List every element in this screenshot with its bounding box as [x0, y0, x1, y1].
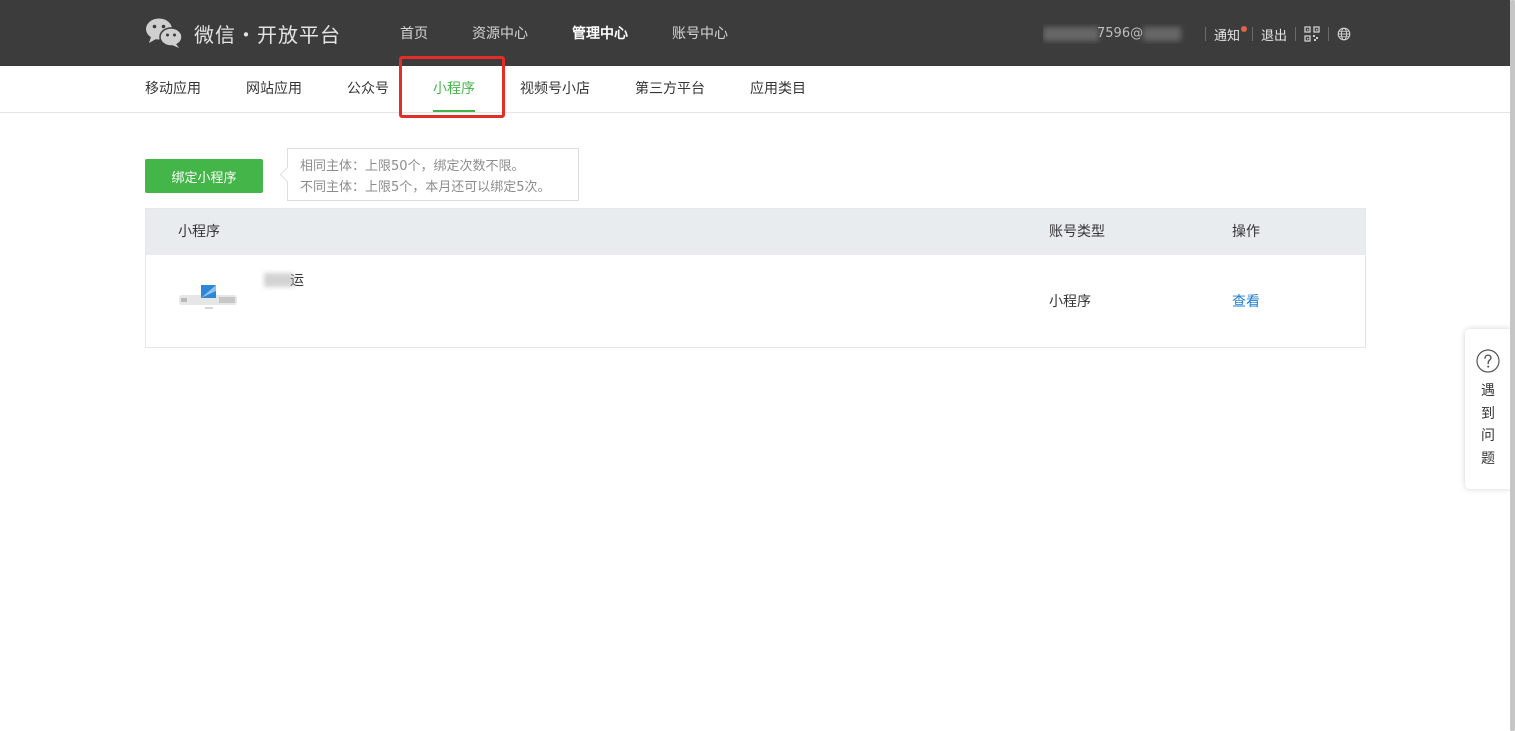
header-account-type: 账号类型: [1049, 224, 1105, 240]
header-mini-program: 小程序: [178, 224, 220, 240]
divider: [1252, 27, 1254, 41]
tab-mobile-apps[interactable]: 移动应用: [145, 66, 201, 112]
account-email-text: 7596@: [1097, 26, 1144, 41]
account-redaction: [1043, 27, 1099, 41]
qrcode-icon[interactable]: [1304, 26, 1320, 42]
account-email[interactable]: 7596@: [1043, 24, 1197, 44]
top-bar: 微信・开放平台 首页 资源中心 管理中心 账号中心 7596@ 通知 退出: [0, 0, 1510, 66]
account-type-cell: 小程序: [1049, 294, 1091, 310]
header-operation: 操作: [1232, 224, 1260, 240]
app-thumbnail: [179, 285, 237, 309]
notice-badge: [1241, 25, 1248, 32]
main-nav-account[interactable]: 账号中心: [672, 0, 728, 66]
question-icon: [1476, 349, 1500, 373]
brand-logo[interactable]: 微信・开放平台: [145, 16, 341, 50]
bind-limit-tooltip: 相同主体：上限50个，绑定次数不限。 不同主体：上限5个，本月还可以绑定5次。: [287, 148, 579, 201]
scrollbar-thumb[interactable]: [1510, 0, 1515, 731]
table-header: 小程序 账号类型 操作: [146, 209, 1365, 255]
tab-channels-shop[interactable]: 视频号小店: [520, 66, 590, 112]
divider: [1205, 27, 1206, 41]
divider: [1328, 27, 1330, 41]
tab-official-accounts[interactable]: 公众号: [347, 66, 389, 112]
help-label: 遇到问题: [1481, 383, 1495, 467]
account-redaction: [1143, 27, 1181, 41]
globe-icon[interactable]: [1337, 27, 1351, 41]
main-nav-management[interactable]: 管理中心: [572, 0, 628, 66]
help-panel[interactable]: 遇到问题: [1465, 329, 1511, 489]
name-redaction: [264, 273, 294, 287]
logout-link[interactable]: 退出: [1261, 25, 1287, 44]
tab-app-categories[interactable]: 应用类目: [750, 66, 806, 112]
bind-mini-program-button[interactable]: 绑定小程序: [145, 159, 263, 193]
app-name: 运: [264, 271, 304, 289]
wechat-logo-icon: [146, 18, 183, 48]
notice-link[interactable]: 通知: [1214, 25, 1248, 44]
tip-different-entity: 不同主体：上限5个，本月还可以绑定5次。: [300, 180, 551, 195]
tab-website-apps[interactable]: 网站应用: [246, 66, 302, 112]
table-row: 运 小程序 查看: [146, 255, 1365, 347]
notice-label: 通知: [1214, 28, 1241, 44]
brand-title: 微信・开放平台: [194, 22, 341, 47]
sub-nav: 移动应用 网站应用 公众号 小程序 视频号小店 第三方平台 应用类目: [0, 66, 1510, 113]
highlight-annotation: [399, 56, 505, 118]
mini-program-table: 小程序 账号类型 操作 运 小程序 查看: [145, 208, 1366, 348]
tab-third-party-platform[interactable]: 第三方平台: [635, 66, 705, 112]
divider: [1295, 27, 1297, 41]
tip-same-entity: 相同主体：上限50个，绑定次数不限。: [300, 159, 525, 174]
user-tools: 7596@ 通知 退出: [1043, 24, 1351, 44]
view-button[interactable]: 查看: [1232, 291, 1260, 311]
